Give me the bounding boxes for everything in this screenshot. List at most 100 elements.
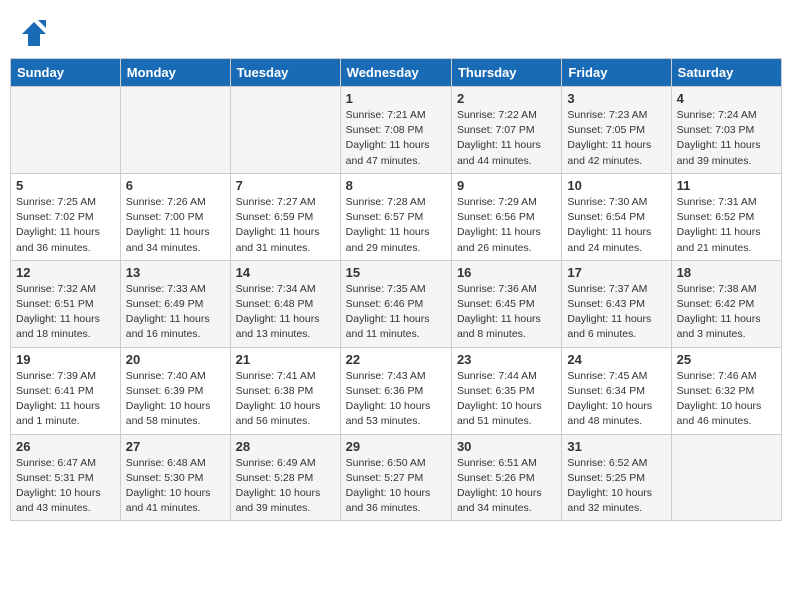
day-info: Sunrise: 7:38 AM Sunset: 6:42 PM Dayligh… [677,282,776,343]
calendar-cell: 6 Sunrise: 7:26 AM Sunset: 7:00 PM Daylig… [120,173,230,260]
day-info: Sunrise: 7:29 AM Sunset: 6:56 PM Dayligh… [457,195,556,256]
calendar-cell: 30Sunrise: 6:51 AM Sunset: 5:26 PM Dayli… [451,434,561,521]
logo-icon [20,20,48,48]
day-number: 14 [236,265,335,280]
day-number: 18 [677,265,776,280]
weekday-header: Friday [562,59,671,87]
calendar-cell: 28Sunrise: 6:49 AM Sunset: 5:28 PM Dayli… [230,434,340,521]
calendar-cell: 15Sunrise: 7:35 AM Sunset: 6:46 PM Dayli… [340,260,451,347]
calendar-cell: 22 Sunrise: 7:43 AM Sunset: 6:36 PM Dayli… [340,347,451,434]
calendar-cell: 17 Sunrise: 7:37 AM Sunset: 6:43 PM Dayli… [562,260,671,347]
logo [20,20,52,48]
calendar-cell: 13 Sunrise: 7:33 AM Sunset: 6:49 PM Dayli… [120,260,230,347]
calendar-cell: 9 Sunrise: 7:29 AM Sunset: 6:56 PM Daylig… [451,173,561,260]
calendar-cell: 25 Sunrise: 7:46 AM Sunset: 6:32 PM Dayli… [671,347,781,434]
day-number: 22 [346,352,446,367]
calendar-cell: 23Sunrise: 7:44 AM Sunset: 6:35 PM Dayli… [451,347,561,434]
day-number: 8 [346,178,446,193]
calendar-cell: 24 Sunrise: 7:45 AM Sunset: 6:34 PM Dayli… [562,347,671,434]
calendar-cell: 4 Sunrise: 7:24 AM Sunset: 7:03 PM Daylig… [671,87,781,174]
day-info: Sunrise: 7:27 AM Sunset: 6:59 PM Dayligh… [236,195,335,256]
calendar-cell: 7 Sunrise: 7:27 AM Sunset: 6:59 PM Daylig… [230,173,340,260]
day-number: 24 [567,352,665,367]
calendar-cell: 10Sunrise: 7:30 AM Sunset: 6:54 PM Dayli… [562,173,671,260]
calendar-week-row: 1 Sunrise: 7:21 AM Sunset: 7:08 PM Daylig… [11,87,782,174]
calendar-week-row: 12 Sunrise: 7:32 AM Sunset: 6:51 PM Dayli… [11,260,782,347]
day-number: 19 [16,352,115,367]
day-info: Sunrise: 6:49 AM Sunset: 5:28 PM Dayligh… [236,456,335,517]
day-info: Sunrise: 7:39 AM Sunset: 6:41 PM Dayligh… [16,369,115,430]
weekday-header: Tuesday [230,59,340,87]
day-number: 26 [16,439,115,454]
day-info: Sunrise: 6:52 AM Sunset: 5:25 PM Dayligh… [567,456,665,517]
day-number: 2 [457,91,556,106]
calendar-cell: 19 Sunrise: 7:39 AM Sunset: 6:41 PM Dayli… [11,347,121,434]
day-info: Sunrise: 7:25 AM Sunset: 7:02 PM Dayligh… [16,195,115,256]
calendar-cell [230,87,340,174]
day-info: Sunrise: 7:37 AM Sunset: 6:43 PM Dayligh… [567,282,665,343]
day-number: 6 [126,178,225,193]
day-info: Sunrise: 7:24 AM Sunset: 7:03 PM Dayligh… [677,108,776,169]
day-info: Sunrise: 7:40 AM Sunset: 6:39 PM Dayligh… [126,369,225,430]
calendar-cell: 29 Sunrise: 6:50 AM Sunset: 5:27 PM Dayli… [340,434,451,521]
calendar-cell [671,434,781,521]
day-info: Sunrise: 6:48 AM Sunset: 5:30 PM Dayligh… [126,456,225,517]
day-number: 20 [126,352,225,367]
day-number: 4 [677,91,776,106]
day-info: Sunrise: 7:23 AM Sunset: 7:05 PM Dayligh… [567,108,665,169]
day-info: Sunrise: 7:36 AM Sunset: 6:45 PM Dayligh… [457,282,556,343]
day-number: 10 [567,178,665,193]
day-number: 1 [346,91,446,106]
day-number: 27 [126,439,225,454]
day-number: 9 [457,178,556,193]
day-number: 13 [126,265,225,280]
day-number: 16 [457,265,556,280]
calendar-week-row: 5Sunrise: 7:25 AM Sunset: 7:02 PM Daylig… [11,173,782,260]
day-info: Sunrise: 7:22 AM Sunset: 7:07 PM Dayligh… [457,108,556,169]
day-info: Sunrise: 7:34 AM Sunset: 6:48 PM Dayligh… [236,282,335,343]
weekday-header: Sunday [11,59,121,87]
calendar-cell: 20 Sunrise: 7:40 AM Sunset: 6:39 PM Dayli… [120,347,230,434]
calendar-week-row: 26 Sunrise: 6:47 AM Sunset: 5:31 PM Dayli… [11,434,782,521]
calendar-cell: 16 Sunrise: 7:36 AM Sunset: 6:45 PM Dayli… [451,260,561,347]
day-info: Sunrise: 6:47 AM Sunset: 5:31 PM Dayligh… [16,456,115,517]
day-info: Sunrise: 7:45 AM Sunset: 6:34 PM Dayligh… [567,369,665,430]
calendar-cell: 1 Sunrise: 7:21 AM Sunset: 7:08 PM Daylig… [340,87,451,174]
page-header [10,10,782,53]
day-number: 29 [346,439,446,454]
day-info: Sunrise: 7:46 AM Sunset: 6:32 PM Dayligh… [677,369,776,430]
day-number: 30 [457,439,556,454]
calendar-table: SundayMondayTuesdayWednesdayThursdayFrid… [10,58,782,521]
day-info: Sunrise: 7:32 AM Sunset: 6:51 PM Dayligh… [16,282,115,343]
calendar-cell: 21 Sunrise: 7:41 AM Sunset: 6:38 PM Dayli… [230,347,340,434]
day-info: Sunrise: 7:31 AM Sunset: 6:52 PM Dayligh… [677,195,776,256]
day-number: 23 [457,352,556,367]
day-number: 25 [677,352,776,367]
day-number: 21 [236,352,335,367]
day-number: 7 [236,178,335,193]
day-info: Sunrise: 7:21 AM Sunset: 7:08 PM Dayligh… [346,108,446,169]
day-info: Sunrise: 7:43 AM Sunset: 6:36 PM Dayligh… [346,369,446,430]
day-info: Sunrise: 7:41 AM Sunset: 6:38 PM Dayligh… [236,369,335,430]
day-info: Sunrise: 7:28 AM Sunset: 6:57 PM Dayligh… [346,195,446,256]
calendar-cell: 5Sunrise: 7:25 AM Sunset: 7:02 PM Daylig… [11,173,121,260]
calendar-cell [11,87,121,174]
day-info: Sunrise: 7:26 AM Sunset: 7:00 PM Dayligh… [126,195,225,256]
day-info: Sunrise: 6:50 AM Sunset: 5:27 PM Dayligh… [346,456,446,517]
day-number: 17 [567,265,665,280]
day-number: 3 [567,91,665,106]
day-number: 12 [16,265,115,280]
calendar-cell: 2 Sunrise: 7:22 AM Sunset: 7:07 PM Daylig… [451,87,561,174]
calendar-header-row: SundayMondayTuesdayWednesdayThursdayFrid… [11,59,782,87]
weekday-header: Wednesday [340,59,451,87]
calendar-cell: 8 Sunrise: 7:28 AM Sunset: 6:57 PM Daylig… [340,173,451,260]
day-number: 11 [677,178,776,193]
day-number: 31 [567,439,665,454]
calendar-cell: 31 Sunrise: 6:52 AM Sunset: 5:25 PM Dayli… [562,434,671,521]
day-info: Sunrise: 7:33 AM Sunset: 6:49 PM Dayligh… [126,282,225,343]
calendar-cell: 11 Sunrise: 7:31 AM Sunset: 6:52 PM Dayli… [671,173,781,260]
day-number: 15 [346,265,446,280]
calendar-cell: 3 Sunrise: 7:23 AM Sunset: 7:05 PM Daylig… [562,87,671,174]
calendar-cell: 12 Sunrise: 7:32 AM Sunset: 6:51 PM Dayli… [11,260,121,347]
calendar-cell [120,87,230,174]
